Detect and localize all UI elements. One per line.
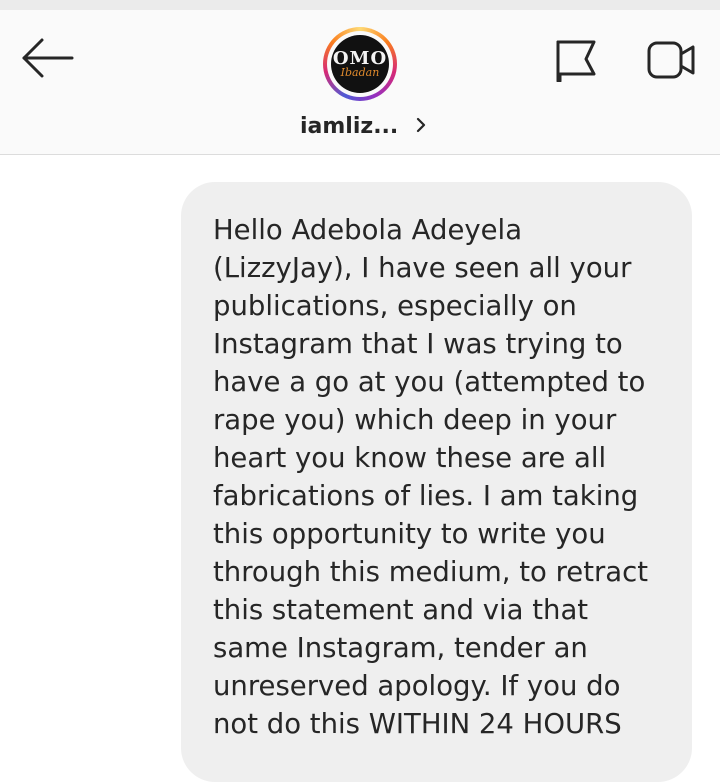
avatar-logo-subtext: Ibadan <box>340 66 380 79</box>
status-bar <box>0 0 720 10</box>
avatar-ring-gap: OMO Ibadan <box>327 31 393 97</box>
message-bubble[interactable]: Hello Adebola Adeyela (LizzyJay), I have… <box>181 182 692 782</box>
username-link[interactable]: iamliz... <box>300 114 427 144</box>
flag-icon <box>556 40 596 83</box>
username: iamliz... <box>300 114 399 139</box>
avatar-image: OMO Ibadan <box>331 35 389 93</box>
report-button[interactable] <box>552 38 600 83</box>
video-call-button[interactable] <box>644 38 698 82</box>
chevron-right-icon <box>416 117 425 132</box>
arrow-left-icon <box>22 38 74 78</box>
video-camera-icon <box>647 41 695 79</box>
avatar[interactable]: OMO Ibadan <box>323 27 397 101</box>
back-button[interactable] <box>18 36 76 80</box>
chat-header: OMO Ibadan iamliz... <box>0 10 720 155</box>
message-text: Hello Adebola Adeyela (LizzyJay), I have… <box>213 214 649 740</box>
